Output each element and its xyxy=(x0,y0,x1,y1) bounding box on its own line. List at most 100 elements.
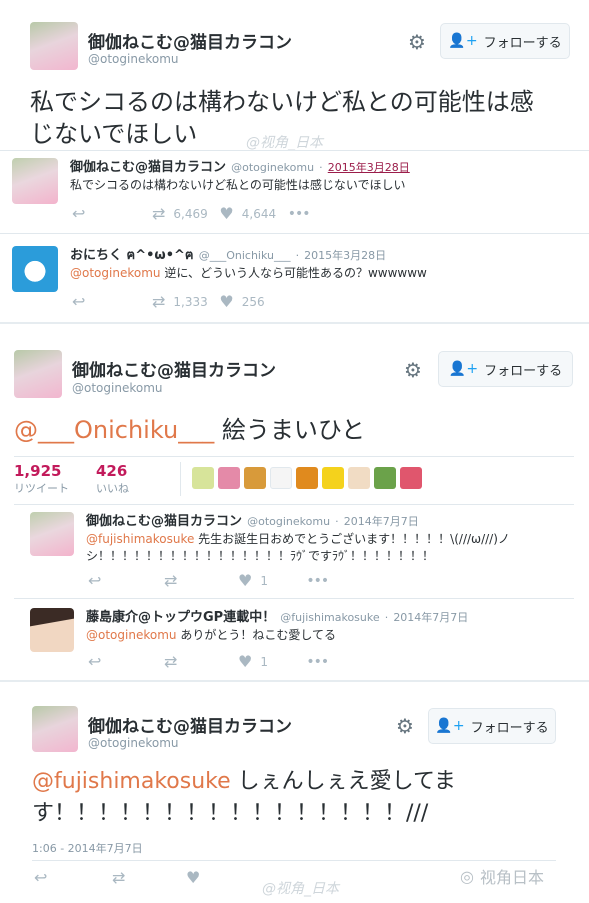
like-label: いいね xyxy=(96,482,129,495)
divider xyxy=(32,860,556,861)
like-count: 1 xyxy=(260,573,268,588)
author-name[interactable]: 藤島康介@トップウGP連載中！ xyxy=(86,610,275,625)
author-name[interactable]: 御伽ねこむ@猫目カラコン xyxy=(70,160,226,175)
like-stat[interactable]: 426 いいね xyxy=(96,462,129,496)
reply-icon[interactable]: ↩ xyxy=(72,204,152,223)
tweet-text: @otoginekomu ありがとう！ねこむ愛してる xyxy=(86,626,336,643)
author-name[interactable]: 御伽ねこむ@猫目カラコン xyxy=(88,712,292,737)
retweet-stat[interactable]: 1,925 リツイート xyxy=(14,462,69,496)
tweet-date[interactable]: 2015年3月28日 xyxy=(328,161,410,174)
retweet-icon[interactable]: ⇄ xyxy=(152,292,165,311)
author-name[interactable]: 御伽ねこむ@猫目カラコン xyxy=(88,28,292,53)
author-handle[interactable]: @otoginekomu xyxy=(231,161,314,174)
liker-avatar[interactable] xyxy=(192,467,214,489)
mention-link[interactable]: @fujishimakosuke xyxy=(32,769,231,794)
tweet-text-line1: @fujishimakosuke 先生お誕生日おめでとうございます！！！！！\(… xyxy=(86,530,510,547)
reply-icon[interactable]: ↩ xyxy=(88,571,164,590)
tweet-text-line2: す！！！！！！！！！！！！！！！！/// xyxy=(32,801,429,826)
reply-icon[interactable]: ↩ xyxy=(72,292,152,311)
tweet-text-line2: じないでほしい xyxy=(30,120,198,148)
like-count: 1 xyxy=(260,654,268,669)
more-icon[interactable]: ••• xyxy=(288,206,311,222)
like-icon[interactable]: ♥ xyxy=(186,868,200,887)
mention-link[interactable]: @___Onichiku___ xyxy=(14,416,214,444)
follow-button[interactable]: 👤+ フォローする xyxy=(438,351,573,387)
author-handle[interactable]: @otoginekomu xyxy=(72,381,163,395)
liker-avatar[interactable] xyxy=(218,467,240,489)
add-user-icon: 👤+ xyxy=(448,33,478,49)
follow-button[interactable]: 👤+ フォローする xyxy=(440,23,570,59)
tweet-timestamp[interactable]: 1:06 - 2014年7月7日 xyxy=(32,840,143,856)
avatar[interactable] xyxy=(12,158,58,204)
embed-header: 御伽ねこむ@猫目カラコン @otoginekomu · 2014年7月7日 xyxy=(86,514,419,529)
like-icon[interactable]: ♥ xyxy=(238,571,252,590)
author-name[interactable]: おにちく ฅ^•ω•^ฅ xyxy=(70,248,194,263)
author-handle[interactable]: @otoginekomu xyxy=(88,52,179,66)
retweet-count: 1,925 xyxy=(14,462,62,480)
more-icon[interactable]: ••• xyxy=(306,654,329,670)
author-handle[interactable]: @___Onichiku___ xyxy=(199,249,291,262)
liker-avatar[interactable] xyxy=(400,467,422,489)
tweet-date[interactable]: 2014年7月7日 xyxy=(344,515,419,528)
tweet-body: 逆に、どういう人なら可能性あるの？wwwwww xyxy=(160,266,427,280)
wechat-icon: ◎ xyxy=(460,866,474,886)
retweet-icon[interactable]: ⇄ xyxy=(164,652,238,671)
author-handle[interactable]: @otoginekomu xyxy=(247,515,330,528)
author-handle[interactable]: @fujishimakosuke xyxy=(280,611,379,624)
author-name[interactable]: 御伽ねこむ@猫目カラコン xyxy=(86,514,242,529)
embed-header: 御伽ねこむ@猫目カラコン @otoginekomu · 2015年3月28日 xyxy=(70,160,410,175)
liker-avatar[interactable] xyxy=(296,467,318,489)
liker-avatar[interactable] xyxy=(322,467,344,489)
like-icon[interactable]: ♥ xyxy=(219,292,233,311)
avatar[interactable] xyxy=(14,350,62,398)
divider xyxy=(0,680,589,682)
avatar[interactable] xyxy=(12,246,58,292)
tweet-actions: ↩ ⇄ 1,333 ♥ 256 xyxy=(72,292,265,311)
divider xyxy=(0,322,589,324)
liker-avatar[interactable] xyxy=(374,467,396,489)
follow-label: フォローする xyxy=(470,720,549,736)
mention-link[interactable]: @otoginekomu xyxy=(70,266,161,280)
liker-avatar[interactable] xyxy=(270,467,292,489)
watermark-inline: @视角_日本 xyxy=(262,881,339,897)
reply-icon[interactable]: ↩ xyxy=(88,652,164,671)
gear-icon[interactable]: ⚙ xyxy=(404,358,422,382)
tweet-date[interactable]: 2014年7月7日 xyxy=(393,611,468,624)
like-count: 426 xyxy=(96,462,128,480)
like-icon[interactable]: ♥ xyxy=(238,652,252,671)
follow-label: フォローする xyxy=(484,363,563,379)
mention-link[interactable]: @fujishimakosuke xyxy=(86,532,194,546)
retweet-icon[interactable]: ⇄ xyxy=(112,868,186,887)
avatar[interactable] xyxy=(32,706,78,752)
tweet-body: 絵うまいひと xyxy=(214,416,366,444)
liker-avatar[interactable] xyxy=(244,467,266,489)
author-handle[interactable]: @otoginekomu xyxy=(88,736,179,750)
tweet-text: @___Onichiku___ 絵うまいひと xyxy=(14,414,365,446)
watermark-inline: @视角_日本 xyxy=(246,135,323,151)
avatar[interactable] xyxy=(30,512,74,556)
tweet-date[interactable]: 2015年3月28日 xyxy=(304,249,386,262)
tweet-actions: ↩ ⇄ ♥ xyxy=(34,868,200,887)
retweet-icon[interactable]: ⇄ xyxy=(164,571,238,590)
liker-avatar[interactable] xyxy=(348,467,370,489)
more-icon[interactable]: ••• xyxy=(306,573,329,589)
reply-icon[interactable]: ↩ xyxy=(34,868,112,887)
like-icon[interactable]: ♥ xyxy=(219,204,233,223)
divider-vertical xyxy=(180,462,181,496)
mention-link[interactable]: @otoginekomu xyxy=(86,628,177,642)
tweet-text-line1: 私でシコるのは構わないけど私との可能性は感 xyxy=(30,88,534,116)
avatar[interactable] xyxy=(30,608,74,652)
embed-header: おにちく ฅ^•ω•^ฅ @___Onichiku___ · 2015年3月28… xyxy=(70,248,387,263)
tweet-body: しぇんしぇえ愛してま xyxy=(230,769,456,794)
tweet-body: ありがとう！ねこむ愛してる xyxy=(176,628,336,642)
retweet-icon[interactable]: ⇄ xyxy=(152,204,165,223)
gear-icon[interactable]: ⚙ xyxy=(396,714,414,738)
avatar[interactable] xyxy=(30,22,78,70)
embed-header: 藤島康介@トップウGP連載中！ @fujishimakosuke · 2014年… xyxy=(86,610,469,625)
follow-button[interactable]: 👤+ フォローする xyxy=(428,708,556,744)
author-name[interactable]: 御伽ねこむ@猫目カラコン xyxy=(72,356,276,381)
add-user-icon: 👤+ xyxy=(448,361,479,377)
gear-icon[interactable]: ⚙ xyxy=(408,30,426,54)
tweet-actions: ↩ ⇄ 6,469 ♥ 4,644 ••• xyxy=(72,204,311,223)
divider xyxy=(14,598,574,599)
